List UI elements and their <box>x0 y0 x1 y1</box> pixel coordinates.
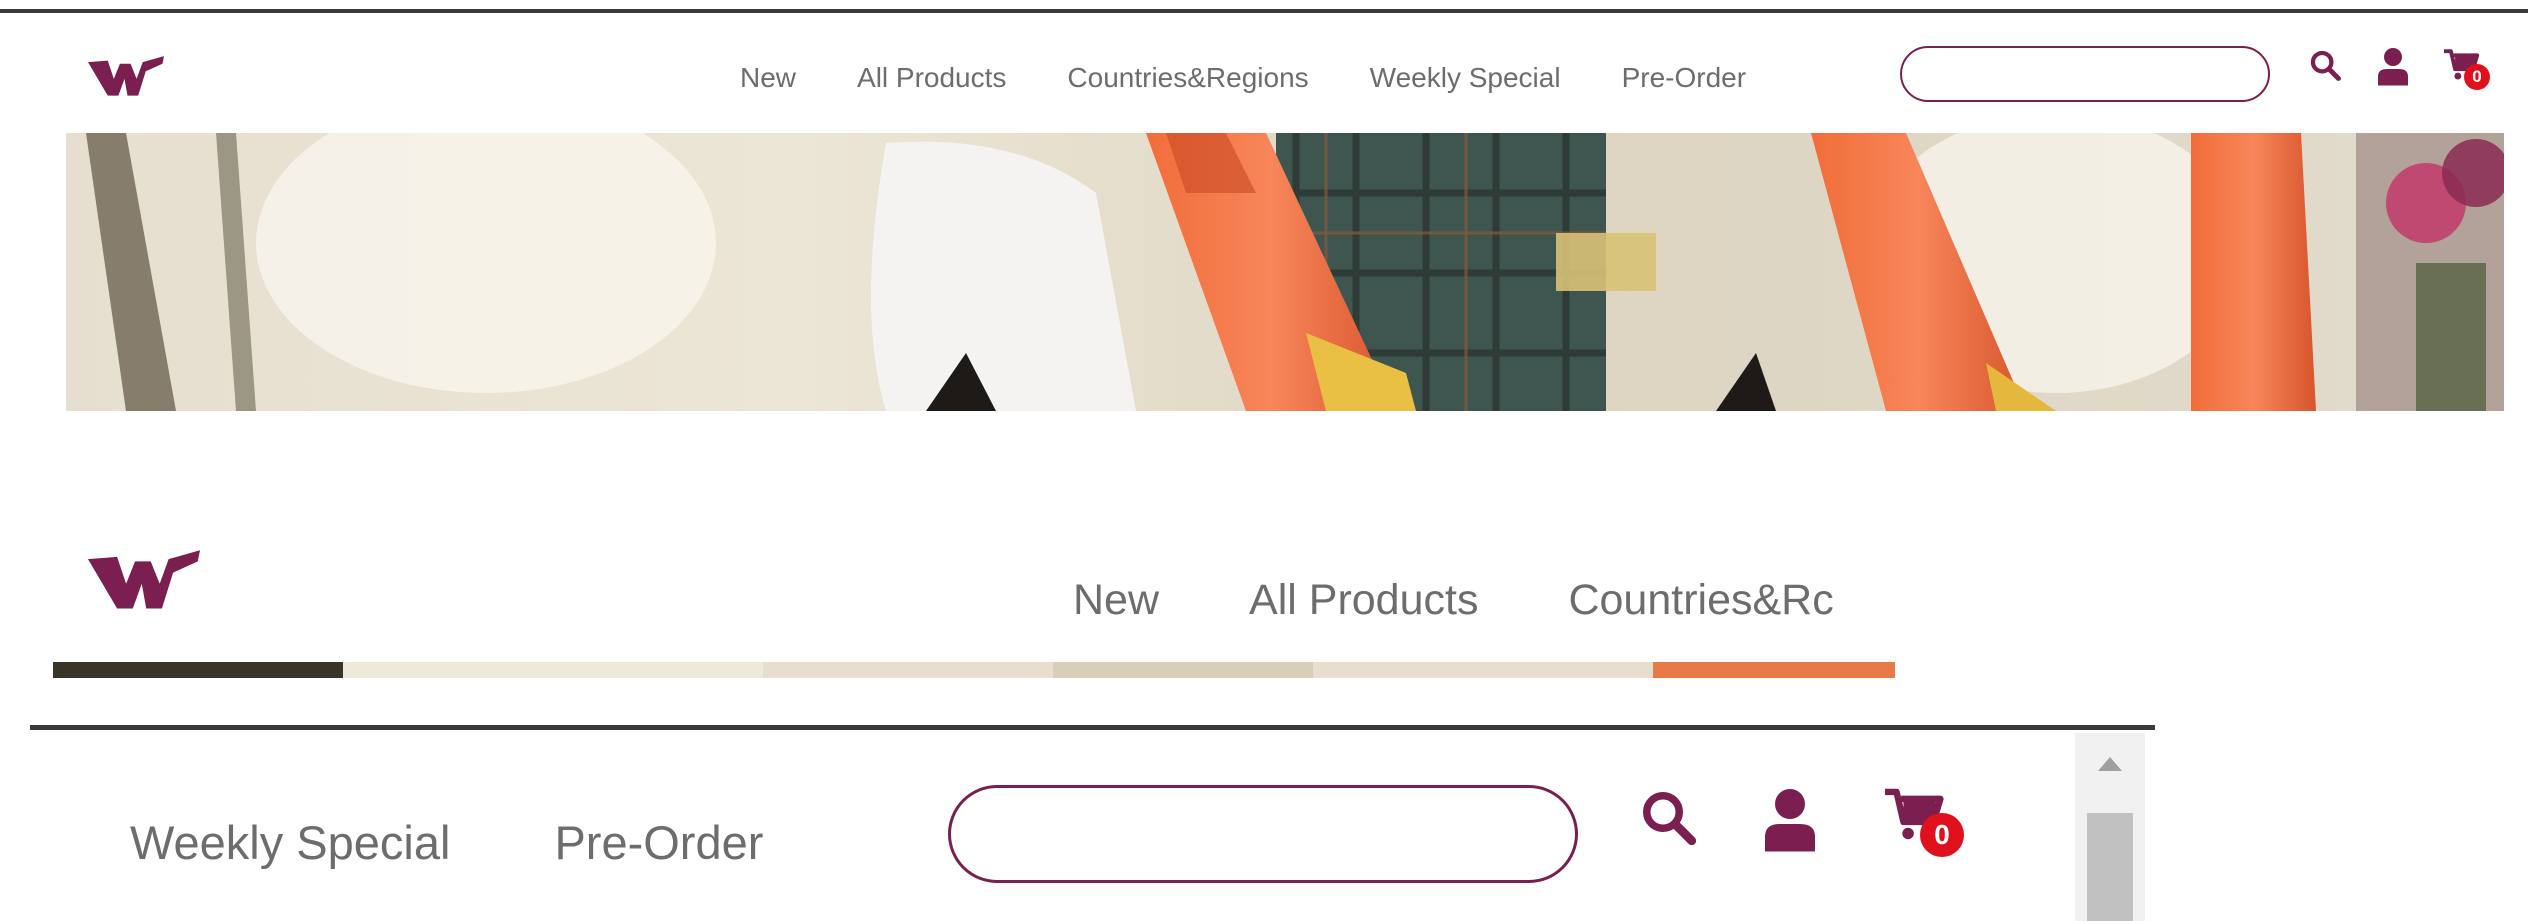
top-border <box>30 725 2155 730</box>
nav-item-countries-regions[interactable]: Countries&Regions <box>1067 62 1308 94</box>
nav-item-new[interactable]: New <box>1073 576 1159 625</box>
w-logo-icon <box>88 550 200 609</box>
nav-item-weekly-special[interactable]: Weekly Special <box>1370 62 1561 94</box>
nav-item-new[interactable]: New <box>740 62 796 94</box>
nav-item-pre-order[interactable]: Pre-Order <box>1622 62 1746 94</box>
vertical-scrollbar[interactable] <box>2075 733 2145 921</box>
header-frame-cropped: New All Products Countries&Rc <box>0 520 1895 685</box>
user-icon[interactable] <box>2375 46 2411 86</box>
w-logo-icon <box>88 56 164 96</box>
nav-item-pre-order[interactable]: Pre-Order <box>554 815 763 870</box>
cart-count-badge: 0 <box>2464 64 2490 90</box>
main-nav: New All Products Countries&Regions Weekl… <box>740 58 1746 98</box>
main-nav-right: Weekly Special Pre-Order <box>130 807 763 877</box>
header-frame-right: Weekly Special Pre-Order 0 <box>30 725 2155 921</box>
nav-item-all-products[interactable]: All Products <box>857 62 1006 94</box>
nav-item-countries-regions-truncated[interactable]: Countries&Rc <box>1568 576 1833 625</box>
search-icon[interactable] <box>1638 787 1698 847</box>
site-logo-zoomed[interactable] <box>88 550 200 612</box>
search-input[interactable] <box>948 785 1578 883</box>
site-logo[interactable] <box>88 56 164 98</box>
user-icon[interactable] <box>1760 785 1820 853</box>
scrollbar-thumb[interactable] <box>2087 813 2133 921</box>
scroll-up-arrow-icon[interactable] <box>2075 733 2145 793</box>
cart-count-badge: 0 <box>1920 813 1964 857</box>
nav-item-all-products[interactable]: All Products <box>1249 576 1478 625</box>
search-icon[interactable] <box>2308 48 2342 82</box>
main-nav-zoomed: New All Products Countries&Rc <box>1073 555 1895 645</box>
nav-item-weekly-special[interactable]: Weekly Special <box>130 815 450 870</box>
search-input[interactable] <box>1900 46 2270 102</box>
header-frame-full: New All Products Countries&Regions Weekl… <box>0 0 2528 420</box>
hero-banner-image <box>66 133 2504 411</box>
top-border <box>0 9 2528 13</box>
hero-banner-image-strip <box>53 662 1895 678</box>
